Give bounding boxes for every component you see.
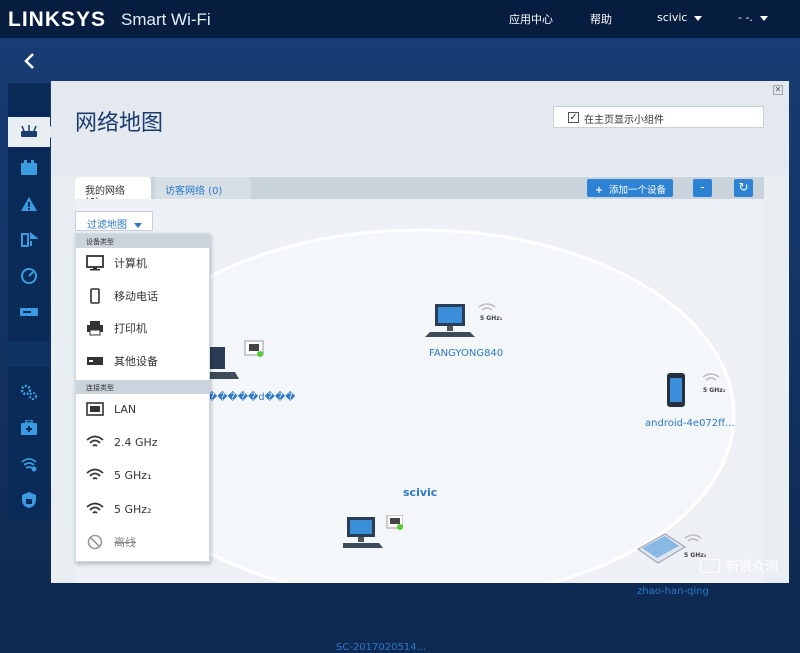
band-label: 5 GHz₁ (480, 315, 503, 322)
watermark-text: 新浪众测 (726, 560, 779, 575)
widget-checkbox-label: 在主页显示小组件 (584, 115, 664, 126)
plus-icon: + (595, 185, 603, 196)
devices-icon (21, 160, 37, 175)
sidebar-item-usb-storage[interactable] (8, 297, 50, 327)
wifi-icon (684, 534, 702, 542)
tab-guest-network[interactable]: 访客网络 (0) (155, 177, 251, 199)
wifi-icon (86, 467, 104, 483)
filter-item-label: 5 GHz₂ (114, 502, 152, 516)
device-type-heading: 设备类型 (76, 234, 210, 248)
filter-item-phone[interactable]: 移动电话 (76, 282, 210, 310)
filter-menu: 设备类型 计算机 移动电话 打印机 其他设备 连接类型 LAN 2.4 GHz (75, 233, 210, 562)
band-label: 5 GHz₂ (703, 387, 726, 394)
add-device-button[interactable]: + 添加一个设备 (587, 179, 673, 197)
gear-icon (20, 384, 37, 400)
tab-my-network[interactable]: 我的网络 (6) (75, 177, 151, 208)
filter-item-label: 5 GHz₁ (114, 468, 152, 482)
sidebar-item-wireless[interactable] (8, 449, 50, 479)
add-device-label: 添加一个设备 (608, 185, 666, 196)
sidebar-item-device-list[interactable] (8, 153, 50, 183)
zoom-out-button[interactable]: - (693, 179, 712, 197)
sidebar-item-security[interactable] (8, 485, 50, 515)
close-icon[interactable]: ✕ (773, 85, 783, 95)
filter-map-dropdown[interactable]: 过滤地图 (75, 211, 153, 231)
filter-item-label: 打印机 (114, 322, 147, 335)
filter-item-other[interactable]: 其他设备 (76, 347, 210, 375)
filter-item-lan[interactable]: LAN (76, 395, 210, 423)
shield-icon (22, 492, 36, 508)
filter-item-label: 其他设备 (114, 355, 158, 368)
monitor-icon (86, 255, 104, 271)
device-label[interactable]: FANGYONG840 (429, 348, 503, 359)
show-widget-toggle[interactable]: ✓ 在主页显示小组件 (553, 106, 764, 128)
sidebar-item-alerts[interactable] (8, 189, 50, 219)
filter-item-5ghz-2[interactable]: 5 GHz₂ (76, 495, 210, 523)
connection-type-heading: 连接类型 (76, 380, 210, 394)
offline-icon (86, 534, 104, 550)
back-button[interactable] (8, 44, 50, 78)
sidebar (8, 83, 56, 518)
filter-item-label: LAN (114, 402, 137, 416)
chevron-down-icon (134, 222, 142, 228)
device-label[interactable]: zhao-han-qing (637, 586, 709, 597)
device-phone-icon[interactable] (667, 373, 685, 407)
sidebar-divider (8, 341, 50, 367)
filter-item-computer[interactable]: 计算机 (76, 249, 210, 277)
filter-label: 过滤地图 (87, 220, 127, 231)
refresh-button[interactable]: ↻ (734, 179, 753, 197)
filter-item-label: 离线 (114, 536, 136, 549)
other-device-icon (86, 353, 104, 369)
device-label[interactable]: SC-2017020514... (336, 642, 426, 653)
chevron-down-icon (759, 15, 768, 21)
nav-user-menu[interactable]: scivic (657, 11, 703, 24)
filter-item-offline[interactable]: 离线 (76, 528, 210, 556)
storage-icon (20, 308, 38, 316)
sidebar-item-connectivity[interactable] (8, 377, 50, 407)
chevron-down-icon (694, 15, 703, 21)
filter-item-label: 移动电话 (114, 290, 158, 303)
sidebar-item-troubleshooting[interactable] (8, 413, 50, 443)
sidebar-item-network-map[interactable] (8, 117, 56, 147)
filter-item-label: 计算机 (114, 257, 147, 270)
device-computer-icon[interactable] (343, 515, 403, 555)
speedometer-icon (21, 268, 37, 284)
sidebar-item-speed-test[interactable] (8, 261, 50, 291)
chevron-left-icon (24, 53, 34, 69)
filter-item-label: 2.4 GHz (114, 435, 158, 449)
top-bar: LINKSYS Smart Wi-Fi 应用中心 帮助 scivic - -. (0, 0, 800, 38)
filter-item-24ghz[interactable]: 2.4 GHz (76, 428, 210, 456)
more-label: - -. (738, 11, 753, 24)
network-map-panel: ✕ 网络地图 ✓ 在主页显示小组件 我的网络 (6) 访客网络 (0) + 添加一… (51, 81, 789, 653)
refresh-icon: ↻ (738, 180, 749, 194)
router-icon (21, 125, 37, 137)
watermark: 新浪众测 (700, 556, 778, 575)
wifi-icon (86, 434, 104, 450)
media-icon (21, 232, 38, 247)
watermark-logo-icon (700, 558, 720, 573)
nav-apps[interactable]: 应用中心 (509, 11, 553, 27)
linksys-logo: LINKSYS (8, 8, 107, 31)
wifi-icon (86, 501, 104, 517)
nav-help[interactable]: 帮助 (590, 11, 612, 27)
wifi-settings-icon (21, 458, 37, 472)
warning-icon (21, 197, 37, 211)
phone-icon (86, 288, 104, 304)
tab-bar: 我的网络 (6) 访客网络 (0) + 添加一个设备 - ↻ (75, 177, 764, 208)
lan-icon (244, 340, 264, 357)
filter-item-printer[interactable]: 打印机 (76, 314, 210, 342)
device-label[interactable]: �����d��� (207, 392, 295, 403)
widget-checkbox[interactable]: ✓ (568, 112, 579, 123)
product-name: Smart Wi-Fi (121, 10, 211, 29)
user-name: scivic (657, 11, 688, 24)
printer-icon (86, 320, 104, 336)
sidebar-item-media[interactable] (8, 225, 50, 255)
page-title: 网络地图 (75, 111, 164, 136)
router-name[interactable]: scivic (403, 486, 437, 499)
device-label[interactable]: android-4e072ff... (645, 418, 735, 429)
nav-more-menu[interactable]: - -. (738, 11, 768, 24)
lan-icon (86, 401, 104, 417)
minus-icon: - (700, 180, 705, 194)
first-aid-icon (21, 420, 37, 435)
filter-item-5ghz-1[interactable]: 5 GHz₁ (76, 461, 210, 489)
